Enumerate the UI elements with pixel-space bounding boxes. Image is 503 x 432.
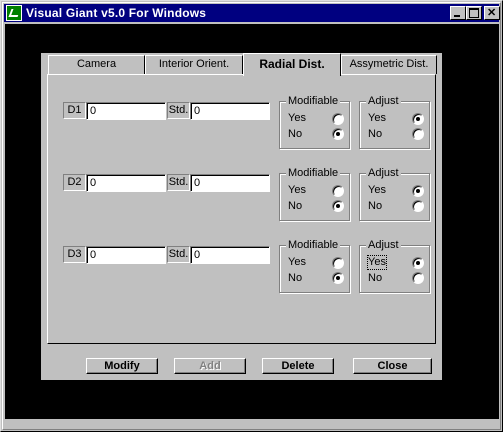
d2-std-label: Std. [167, 174, 190, 191]
d1-adjust-title: Adjust [366, 94, 401, 108]
d2-modifiable-yes-radio[interactable] [332, 185, 344, 197]
d2-std-field[interactable]: 0 [190, 174, 270, 192]
d3-value-field[interactable]: 0 [86, 246, 166, 264]
d3-modifiable-no-radio[interactable] [332, 272, 344, 284]
tab-camera[interactable]: Camera [48, 55, 145, 74]
d3-modifiable-group: Modifiable Yes No [279, 238, 350, 293]
d1-std-label: Std. [167, 102, 190, 119]
d3-adjust-yes-radio[interactable] [412, 257, 424, 269]
d1-std-field[interactable]: 0 [190, 102, 270, 120]
d3-modifiable-yes-label: Yes [288, 256, 306, 268]
d1-modifiable-no-label: No [288, 128, 303, 140]
title-bar[interactable]: Visual Giant v5.0 For Windows [4, 4, 500, 22]
delete-button[interactable]: Delete [262, 358, 334, 374]
d2-modifiable-yes-label: Yes [288, 184, 306, 196]
d2-modifiable-no-radio[interactable] [332, 200, 344, 212]
d3-label: D3 [63, 246, 86, 263]
d3-adjust-no-radio[interactable] [412, 272, 424, 284]
d1-modifiable-title: Modifiable [286, 94, 341, 108]
d3-adjust-group: Adjust Yes No [359, 238, 430, 293]
d1-modifiable-group: Modifiable Yes No [279, 94, 350, 149]
tab-assymetric-dist[interactable]: Assymetric Dist. [341, 55, 437, 74]
maximize-icon[interactable] [466, 6, 482, 20]
d1-value-field[interactable]: 0 [86, 102, 166, 120]
d1-modifiable-no-radio[interactable] [332, 128, 344, 140]
app-window: Visual Giant v5.0 For Windows Camera Int… [0, 0, 503, 432]
add-button[interactable]: Add [174, 358, 246, 374]
d3-std-label: Std. [167, 246, 190, 263]
d1-modifiable-yes-label: Yes [288, 112, 306, 124]
d3-modifiable-title: Modifiable [286, 238, 341, 252]
d1-adjust-no-label: No [368, 128, 383, 140]
d1-modifiable-yes-radio[interactable] [332, 113, 344, 125]
close-button[interactable]: Close [353, 358, 432, 374]
d3-std-field[interactable]: 0 [190, 246, 270, 264]
d2-adjust-no-label: No [368, 200, 383, 212]
tab-radial-dist[interactable]: Radial Dist. [243, 53, 341, 76]
d1-adjust-yes-label: Yes [368, 112, 386, 124]
d1-adjust-no-radio[interactable] [412, 128, 424, 140]
d3-modifiable-no-label: No [288, 272, 303, 284]
d2-modifiable-title: Modifiable [286, 166, 341, 180]
d2-adjust-yes-radio[interactable] [412, 185, 424, 197]
window-title: Visual Giant v5.0 For Windows [26, 6, 207, 20]
modify-button[interactable]: Modify [86, 358, 158, 374]
d3-adjust-title: Adjust [366, 238, 401, 252]
d2-adjust-title: Adjust [366, 166, 401, 180]
d1-label: D1 [63, 102, 86, 119]
tab-interior-orient[interactable]: Interior Orient. [145, 55, 243, 74]
d1-adjust-yes-radio[interactable] [412, 113, 424, 125]
d2-modifiable-group: Modifiable Yes No [279, 166, 350, 221]
d2-value-field[interactable]: 0 [86, 174, 166, 192]
d3-adjust-yes-label: Yes [367, 255, 387, 270]
app-logo-icon[interactable] [6, 5, 22, 21]
d1-adjust-group: Adjust Yes No [359, 94, 430, 149]
d2-adjust-no-radio[interactable] [412, 200, 424, 212]
d3-adjust-no-label: No [368, 272, 383, 284]
d2-adjust-group: Adjust Yes No [359, 166, 430, 221]
d2-adjust-yes-label: Yes [368, 184, 386, 196]
minimize-icon[interactable] [450, 6, 466, 20]
close-icon[interactable] [484, 6, 500, 20]
d2-label: D2 [63, 174, 86, 191]
d3-modifiable-yes-radio[interactable] [332, 257, 344, 269]
d2-modifiable-no-label: No [288, 200, 303, 212]
